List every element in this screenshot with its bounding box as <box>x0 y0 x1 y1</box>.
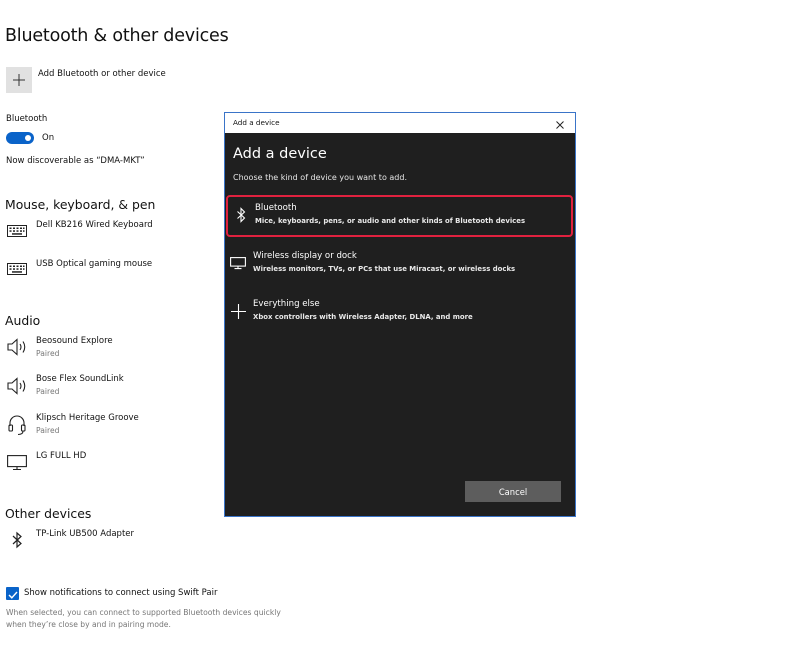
option-title: Bluetooth <box>255 203 297 213</box>
dialog-heading: Add a device <box>233 146 327 162</box>
option-description: Wireless monitors, TVs, or PCs that use … <box>253 265 516 273</box>
monitor-icon <box>7 455 29 473</box>
plus-icon <box>230 302 246 320</box>
dialog-window-title: Add a device <box>233 118 280 127</box>
plus-icon <box>13 71 25 90</box>
device-status: Paired <box>36 349 60 358</box>
section-title-audio: Audio <box>5 313 41 328</box>
swift-pair-description: When selected, you can connect to suppor… <box>6 608 281 617</box>
keyboard-icon <box>7 225 29 243</box>
option-description: Xbox controllers with Wireless Adapter, … <box>253 313 473 321</box>
keyboard-icon <box>7 263 29 281</box>
section-title-mouse-keyboard: Mouse, keyboard, & pen <box>5 197 156 212</box>
close-button[interactable] <box>553 116 567 130</box>
device-status: Paired <box>36 426 60 435</box>
option-title: Everything else <box>253 299 320 309</box>
device-status: Paired <box>36 387 60 396</box>
headset-icon <box>7 414 29 436</box>
speaker-icon <box>7 377 29 395</box>
dialog-subtitle: Choose the kind of device you want to ad… <box>233 173 407 182</box>
checkmark-icon <box>8 584 18 603</box>
bluetooth-icon <box>11 531 33 549</box>
add-device-label[interactable]: Add Bluetooth or other device <box>38 69 166 79</box>
toggle-knob <box>25 135 31 141</box>
section-title-other-devices: Other devices <box>5 506 92 521</box>
option-wireless-display[interactable]: Wireless display or dock Wireless monito… <box>226 245 572 287</box>
option-everything-else[interactable]: Everything else Xbox controllers with Wi… <box>226 293 572 335</box>
add-device-dialog: Add a device Add a device Choose the kin… <box>224 112 576 517</box>
monitor-icon <box>230 254 246 272</box>
device-name[interactable]: Beosound Explore <box>36 336 113 346</box>
add-device-button[interactable] <box>6 67 32 93</box>
option-bluetooth[interactable]: Bluetooth Mice, keyboards, pens, or audi… <box>226 195 573 237</box>
option-title: Wireless display or dock <box>253 251 357 261</box>
dialog-titlebar: Add a device <box>225 113 575 133</box>
page-title: Bluetooth & other devices <box>5 26 229 46</box>
device-name[interactable]: Bose Flex SoundLink <box>36 374 124 384</box>
device-name[interactable]: Klipsch Heritage Groove <box>36 413 139 423</box>
swift-pair-description: when they’re close by and in pairing mod… <box>6 620 171 629</box>
bluetooth-icon <box>233 206 249 224</box>
swift-pair-checkbox[interactable] <box>6 587 19 600</box>
toggle-state: On <box>42 133 55 143</box>
device-name[interactable]: Dell KB216 Wired Keyboard <box>36 220 153 230</box>
bluetooth-label: Bluetooth <box>6 114 48 124</box>
speaker-icon <box>7 338 29 356</box>
device-name[interactable]: USB Optical gaming mouse <box>36 259 152 269</box>
bluetooth-toggle[interactable] <box>6 132 34 144</box>
swift-pair-label[interactable]: Show notifications to connect using Swif… <box>24 588 217 598</box>
device-name[interactable]: TP-Link UB500 Adapter <box>36 529 134 539</box>
discoverable-text: Now discoverable as “DMA-MKT” <box>6 156 145 166</box>
option-description: Mice, keyboards, pens, or audio and othe… <box>255 217 526 225</box>
device-name[interactable]: LG FULL HD <box>36 451 86 461</box>
cancel-button[interactable]: Cancel <box>465 481 561 502</box>
close-icon <box>556 114 564 133</box>
